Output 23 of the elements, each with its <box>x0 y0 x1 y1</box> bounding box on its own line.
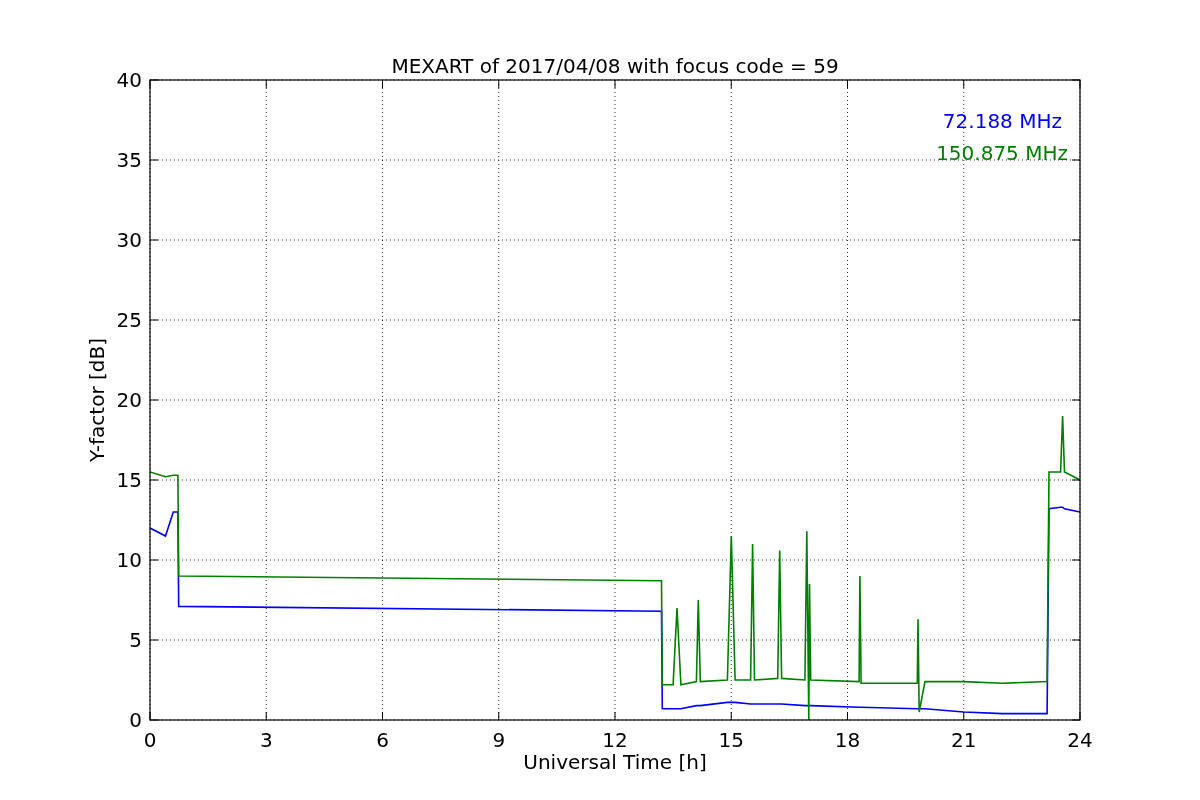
tick-label: 40 <box>116 68 142 92</box>
tick-label: 12 <box>602 728 628 752</box>
tick-label: 21 <box>951 728 977 752</box>
tick-label: 18 <box>834 728 861 752</box>
axis-label: Universal Time [h] <box>523 750 707 774</box>
tick-label: 24 <box>1067 728 1093 752</box>
legend-label: 72.188 MHz <box>942 109 1062 133</box>
tick-label: 15 <box>116 468 142 492</box>
tick-label: 30 <box>116 228 142 252</box>
legend-label: 150.875 MHz <box>936 141 1068 165</box>
tick-label: 35 <box>116 148 142 172</box>
tick-label: 15 <box>718 728 744 752</box>
chart-title: MEXART of 2017/04/08 with focus code = 59 <box>391 54 839 78</box>
tick-label: 20 <box>116 388 142 412</box>
tick-label: 10 <box>116 548 142 572</box>
tick-label: 0 <box>143 728 157 752</box>
tick-label: 3 <box>259 728 273 752</box>
tick-label: 0 <box>129 708 142 732</box>
tick-label: 9 <box>492 728 506 752</box>
tick-label: 25 <box>116 308 142 332</box>
tick-label: 5 <box>129 628 142 652</box>
axis-label: Y-factor [dB] <box>85 338 109 462</box>
tick-label: 6 <box>376 728 389 752</box>
